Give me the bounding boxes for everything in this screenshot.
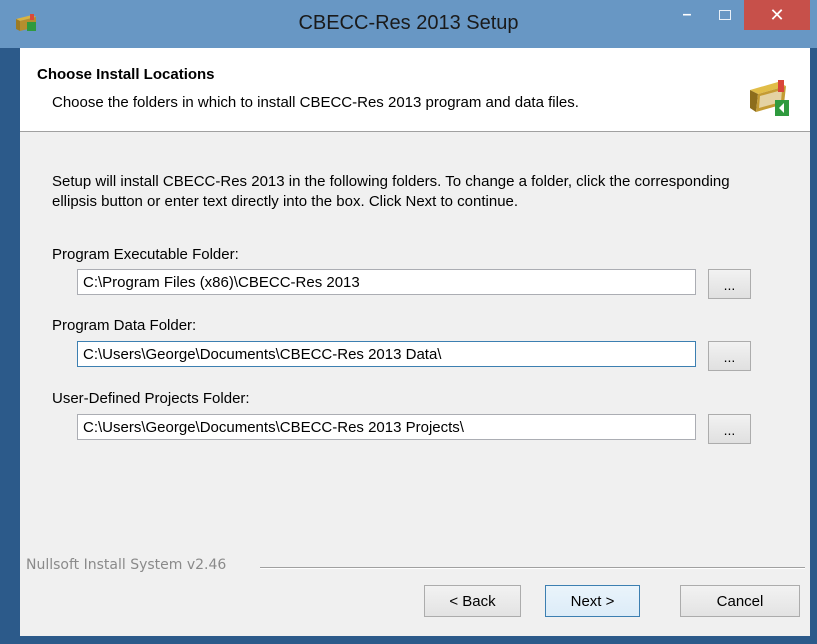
program-executable-folder-input[interactable]	[77, 269, 696, 295]
install-package-icon	[750, 80, 789, 116]
close-icon: ✕	[769, 4, 785, 25]
user-projects-folder-input[interactable]	[77, 414, 696, 440]
maximize-icon	[719, 10, 731, 20]
user-projects-folder-label: User-Defined Projects Folder:	[52, 390, 250, 407]
program-executable-folder-browse-button[interactable]: ...	[708, 269, 751, 299]
dialog-body: Choose Install Locations Choose the fold…	[20, 48, 810, 636]
intro-text: Setup will install CBECC-Res 2013 in the…	[52, 173, 730, 210]
title-bar[interactable]: CBECC-Res 2013 Setup – ✕	[0, 0, 817, 48]
page-header: Choose Install Locations Choose the fold…	[20, 48, 810, 132]
branding-bar: Nullsoft Install System v2.46	[20, 557, 810, 577]
close-button[interactable]: ✕	[744, 0, 810, 30]
program-executable-folder-label: Program Executable Folder:	[52, 246, 239, 263]
program-data-folder-input[interactable]	[77, 341, 696, 367]
maximize-button[interactable]	[708, 0, 742, 30]
user-projects-folder-browse-button[interactable]: ...	[708, 414, 751, 444]
page-subtitle: Choose the folders in which to install C…	[52, 94, 579, 111]
minimize-button[interactable]: –	[670, 0, 704, 30]
program-data-folder-label: Program Data Folder:	[52, 317, 197, 334]
back-button[interactable]: < Back	[424, 585, 521, 617]
next-button[interactable]: Next >	[545, 585, 640, 617]
minimize-icon: –	[682, 6, 692, 23]
cancel-button[interactable]: Cancel	[680, 585, 800, 617]
setup-window: CBECC-Res 2013 Setup – ✕ Choose Install …	[0, 0, 817, 644]
branding-divider	[260, 567, 805, 569]
branding-text: Nullsoft Install System v2.46	[26, 557, 233, 573]
program-data-folder-browse-button[interactable]: ...	[708, 341, 751, 371]
page-title: Choose Install Locations	[37, 66, 215, 83]
